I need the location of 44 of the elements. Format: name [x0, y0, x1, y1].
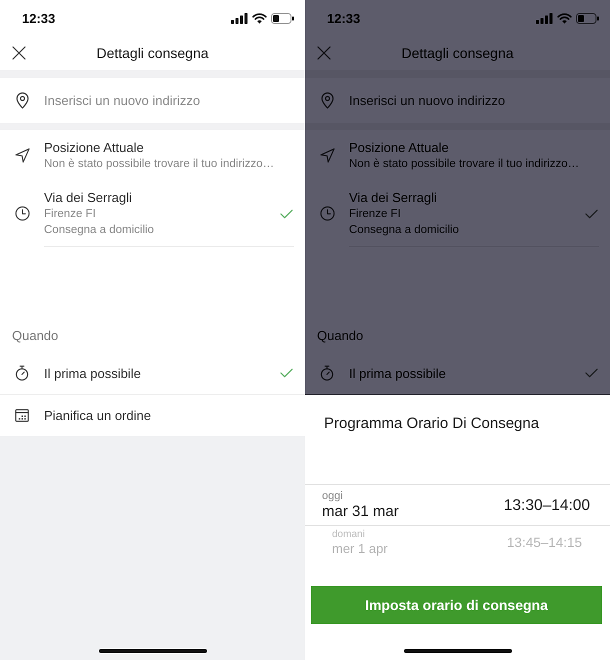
clock-icon — [320, 206, 334, 221]
close-button[interactable] — [12, 46, 26, 60]
address-input[interactable]: Inserisci un nuovo indirizzo — [349, 92, 600, 110]
place-detail: Consegna a domicilio — [44, 223, 155, 238]
calendar-icon — [15, 409, 29, 422]
stopwatch-icon — [320, 365, 334, 381]
sheet-title: Programma Orario Di Consegna — [323, 414, 540, 434]
place-detail: Firenze FI — [349, 207, 402, 222]
close-icon — [317, 46, 331, 60]
section-label: Quando — [11, 327, 60, 345]
time-range: 13:45–14:15 — [506, 535, 582, 550]
signal-icon — [536, 12, 553, 24]
screen-title: Dettagli consegna — [400, 45, 515, 61]
place-title[interactable]: Posizione Attuale — [44, 139, 305, 156]
day-label: domani — [332, 529, 366, 541]
set-delivery-time-button[interactable]: Imposta orario di consegna — [311, 586, 602, 624]
wifi-icon — [557, 12, 572, 24]
battery-icon — [271, 12, 294, 24]
place-title[interactable]: Via dei Serragli — [44, 189, 274, 206]
location-pin-icon — [16, 92, 28, 109]
status-time: 12:33 — [327, 10, 360, 26]
option-label[interactable]: Il prima possibile — [44, 366, 274, 380]
day-label: oggi — [322, 490, 344, 503]
stopwatch-icon — [15, 365, 29, 381]
date-label: mer 1 apr — [332, 541, 389, 556]
navigation-arrow-icon — [14, 148, 30, 163]
screen-title: Dettagli consegna — [95, 45, 210, 61]
place-detail: Firenze FI — [44, 207, 97, 222]
close-icon — [12, 46, 26, 60]
place-detail: Non è stato possibile trovare il tuo indirizzo… — [44, 157, 276, 172]
time-range: 13:30–14:00 — [504, 496, 590, 514]
signal-icon — [231, 12, 248, 24]
place-detail: Consegna a domicilio — [349, 223, 460, 238]
option-label[interactable]: Pianifica un ordine — [44, 408, 305, 423]
clock-icon — [14, 206, 30, 221]
date-label: mar 31 mar — [322, 503, 400, 521]
address-input[interactable]: Inserisci un nuovo indirizzo — [44, 92, 295, 110]
wifi-icon — [252, 12, 267, 24]
status-time: 12:33 — [22, 10, 56, 26]
navigation-arrow-icon — [320, 148, 334, 163]
battery-icon — [576, 12, 599, 24]
location-pin-icon — [320, 92, 334, 109]
section-label: Quando — [316, 327, 364, 345]
place-detail: Non è stato possibile trovare il tuo indirizzo… — [349, 157, 580, 172]
